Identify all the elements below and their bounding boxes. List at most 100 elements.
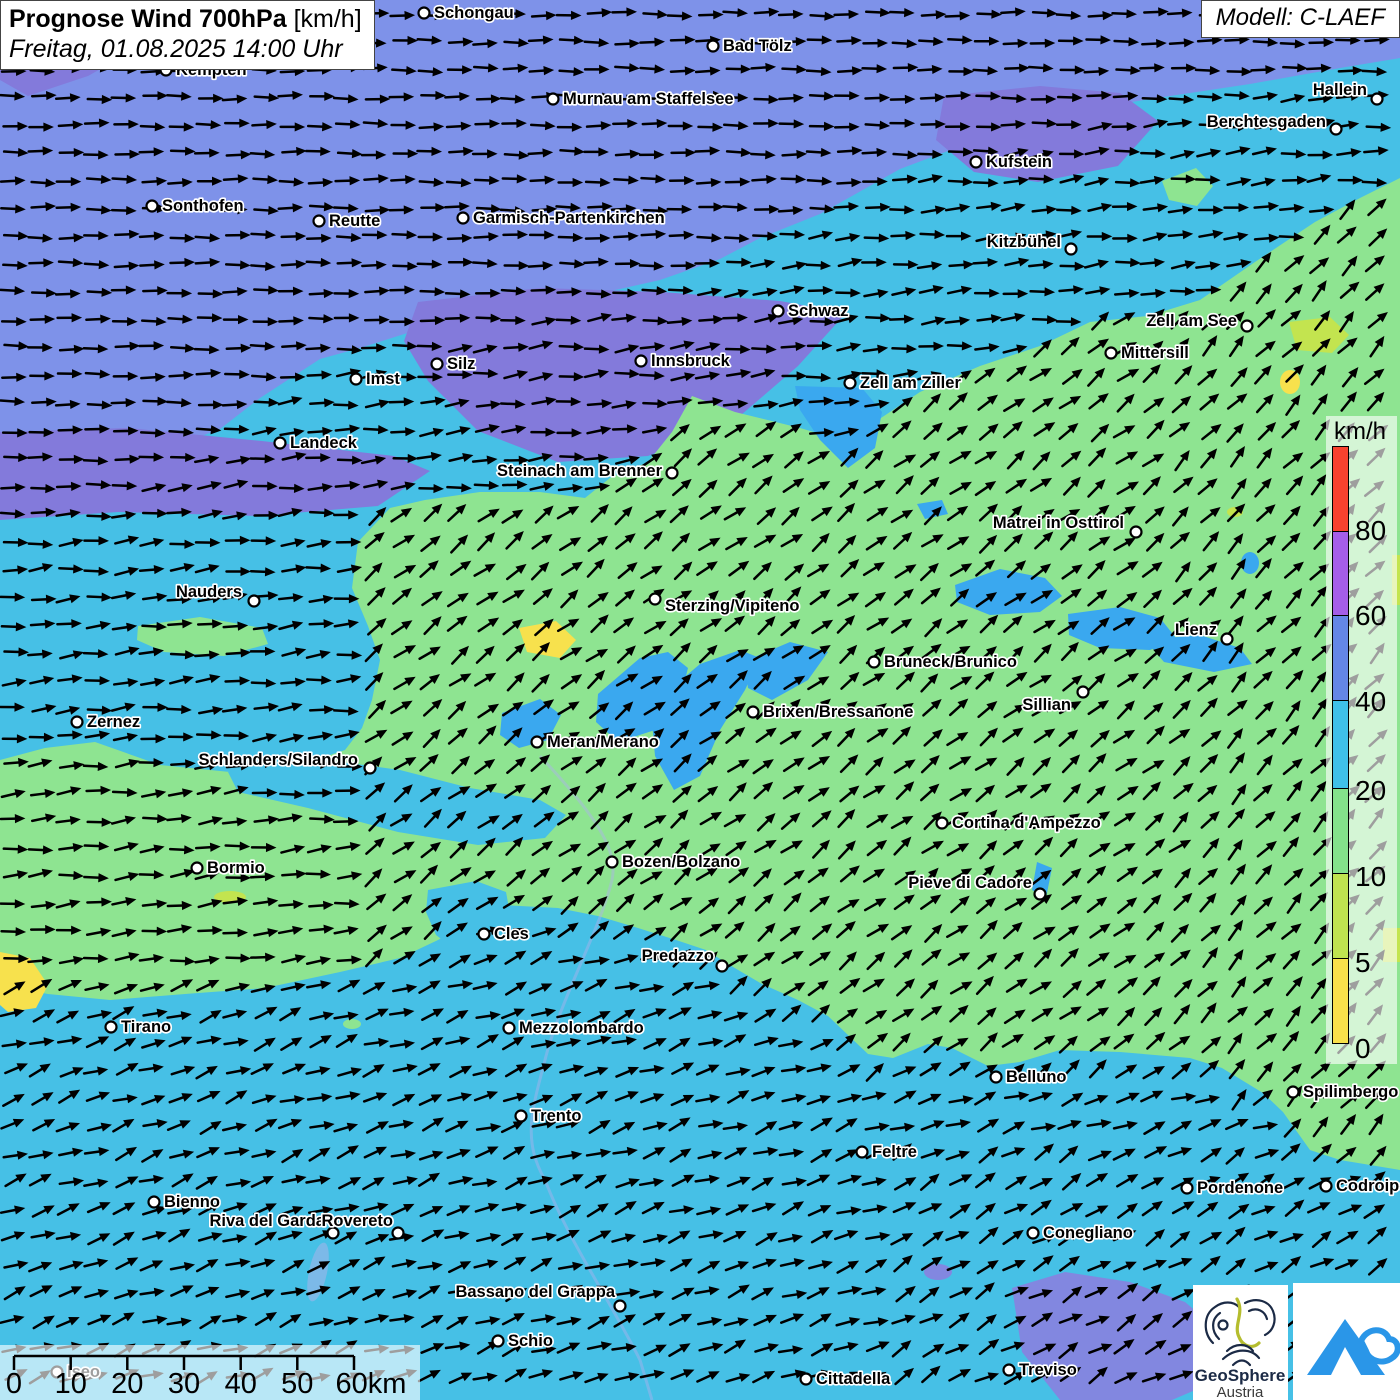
city-brixen-bressanone: Brixen/Bressanone — [748, 703, 914, 721]
city-label: Bad Tölz — [723, 37, 792, 55]
city-marker — [532, 737, 543, 748]
city-silz: Silz — [432, 355, 476, 373]
legend-segment-4 — [1332, 788, 1349, 874]
wind-speed-legend: km/h 806040201050 — [1326, 416, 1397, 1064]
city-label: Reutte — [329, 212, 380, 230]
scale-bar-ruler: 0102030405060km — [0, 1345, 420, 1400]
geosphere-logo-mark — [1206, 1299, 1275, 1365]
city-label: Kufstein — [986, 153, 1052, 171]
model-logo — [1293, 1283, 1400, 1400]
scalebar-label-50: 50 — [281, 1368, 313, 1400]
city-marker — [773, 306, 784, 317]
city-label: Schlanders/Silandro — [198, 751, 358, 769]
city-marker — [845, 378, 856, 389]
city-marker — [636, 356, 647, 367]
city-marker — [249, 596, 260, 607]
legend-tick-5: 5 — [1355, 949, 1371, 977]
scalebar-label-10: 10 — [55, 1368, 87, 1400]
city-marker — [1078, 687, 1089, 698]
city-marker — [504, 1023, 515, 1034]
city-label: Meran/Merano — [547, 733, 659, 751]
map-title-unit: [km/h] — [294, 5, 362, 33]
legend-segment-3 — [1332, 700, 1349, 789]
city-marker — [72, 717, 83, 728]
city-marker — [1242, 321, 1253, 332]
city-garmisch-partenkirchen: Garmisch-Partenkirchen — [458, 209, 665, 227]
city-marker — [1331, 124, 1342, 135]
title-box: Prognose Wind 700hPa [km/h] Freitag, 01.… — [0, 0, 375, 70]
city-marker — [493, 1336, 504, 1347]
city-label: Feltre — [872, 1143, 917, 1161]
city-marker — [717, 961, 728, 972]
city-bruneck-brunico: Bruneck/Brunico — [869, 653, 1017, 671]
city-label: Treviso — [1019, 1361, 1077, 1379]
city-meran-merano: Meran/Merano — [532, 733, 659, 751]
city-label: Conegliano — [1043, 1224, 1133, 1242]
legend-tick-80: 80 — [1355, 517, 1386, 545]
city-marker — [1066, 244, 1077, 255]
mountain-cloud-icon — [1307, 1319, 1398, 1375]
city-marker — [857, 1147, 868, 1158]
city-label: Mittersill — [1121, 344, 1189, 362]
scalebar-label-60km: 60km — [336, 1368, 407, 1400]
city-label: Trento — [531, 1107, 581, 1125]
legend-color-bar — [1332, 446, 1349, 1050]
city-marker — [615, 1301, 626, 1312]
city-label: Cles — [494, 925, 529, 943]
city-pordenone: Pordenone — [1182, 1179, 1284, 1197]
city-label: Bormio — [207, 859, 265, 877]
city-label: Kitzbühel — [987, 233, 1061, 251]
scalebar-label-30: 30 — [168, 1368, 200, 1400]
city-label: Bruneck/Brunico — [884, 653, 1017, 671]
city-label: Imst — [366, 370, 400, 388]
city-bozen-bolzano: Bozen/Bolzano — [607, 853, 741, 871]
city-label: Predazzo — [642, 947, 714, 965]
city-label: Zell am See — [1146, 312, 1237, 330]
legend-segment-2 — [1332, 615, 1349, 701]
city-label: Zell am Ziller — [860, 374, 961, 392]
city-label: Zernez — [87, 713, 140, 731]
city-conegliano: Conegliano — [1028, 1224, 1133, 1242]
scalebar-label-40: 40 — [225, 1368, 257, 1400]
city-marker — [667, 468, 678, 479]
legend-tick-40: 40 — [1355, 688, 1386, 716]
city-sterzing-vipiteno: Sterzing/Vipiteno — [650, 594, 800, 616]
city-label: Rovereto — [321, 1212, 393, 1230]
legend-segment-0 — [1332, 446, 1349, 532]
city-marker — [1372, 94, 1383, 105]
city-label: Bassano del Grappa — [455, 1283, 615, 1301]
legend-segment-5 — [1332, 873, 1349, 959]
legend-tick-10: 10 — [1355, 863, 1386, 891]
map-title-text: Prognose Wind 700hPa — [9, 5, 287, 33]
city-marker — [479, 929, 490, 940]
city-label: Brixen/Bressanone — [763, 703, 913, 721]
city-marker — [516, 1111, 527, 1122]
city-marker — [147, 201, 158, 212]
city-label: Codroipo — [1336, 1177, 1400, 1195]
city-marker — [106, 1022, 117, 1033]
city-marker — [458, 213, 469, 224]
city-marker — [419, 8, 430, 19]
city-label: Sterzing/Vipiteno — [665, 597, 799, 615]
legend-segment-1 — [1332, 531, 1349, 616]
city-marker — [1028, 1228, 1039, 1239]
map-title: Prognose Wind 700hPa [km/h] — [9, 4, 362, 34]
city-marker — [1321, 1181, 1332, 1192]
city-marker — [275, 438, 286, 449]
city-label: Bienno — [164, 1193, 220, 1211]
city-cortina-d-ampezzo: Cortina d'Ampezzo — [937, 814, 1101, 832]
city-marker — [1182, 1183, 1193, 1194]
legend-tick-0: 0 — [1355, 1035, 1371, 1063]
city-marker — [1222, 634, 1233, 645]
city-marker — [869, 657, 880, 668]
model-label: Modell: C-LAEF — [1216, 4, 1385, 31]
city-label: Pieve di Cadore — [908, 874, 1032, 892]
map-subtitle: Freitag, 01.08.2025 14:00 Uhr — [9, 34, 362, 64]
city-label: Lienz — [1175, 621, 1217, 639]
city-label: Pordenone — [1197, 1179, 1283, 1197]
city-marker — [748, 707, 759, 718]
city-label: Cortina d'Ampezzo — [952, 814, 1101, 832]
legend-tick-20: 20 — [1355, 777, 1386, 805]
city-label: Schwaz — [788, 302, 849, 320]
legend-unit-label: km/h — [1334, 418, 1386, 446]
